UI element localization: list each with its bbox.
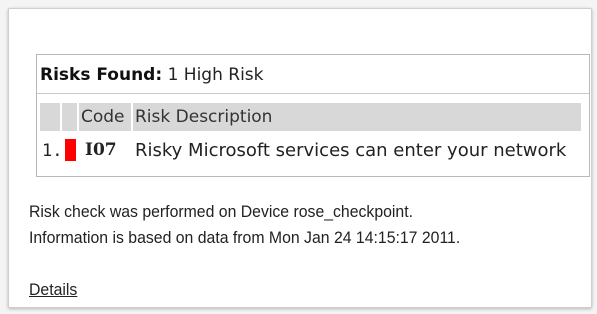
details-link[interactable]: Details [29,280,77,300]
risk-row-index: 1. [42,141,63,161]
page: Risks Found: 1 High Risk Code Risk Descr… [0,0,597,314]
severity-flag-icon [65,139,76,161]
data-timestamp-text: Information is based on data from Mon Ja… [29,228,461,247]
check-device-text: Risk check was performed on Device rose_… [29,202,414,221]
divider [37,93,589,94]
report-panel: Risks Found: 1 High Risk Code Risk Descr… [8,8,592,308]
column-header-index [40,103,60,131]
risks-found-colon: : [155,65,163,85]
risk-row-description: Risky Microsoft services can enter your … [135,140,567,161]
risk-row-code: I07 [85,140,117,160]
column-header-code: Code [79,103,131,131]
risks-found-label: Risks Found [40,65,156,85]
risks-summary: Risks Found: 1 High Risk [40,65,264,85]
column-header-description: Risk Description [133,103,581,131]
column-header-severity [62,103,77,131]
column-header-code-label: Code [81,107,125,127]
risks-table: Risks Found: 1 High Risk Code Risk Descr… [36,54,590,177]
risks-count: 1 High Risk [167,65,264,85]
column-header-description-label: Risk Description [135,107,273,127]
